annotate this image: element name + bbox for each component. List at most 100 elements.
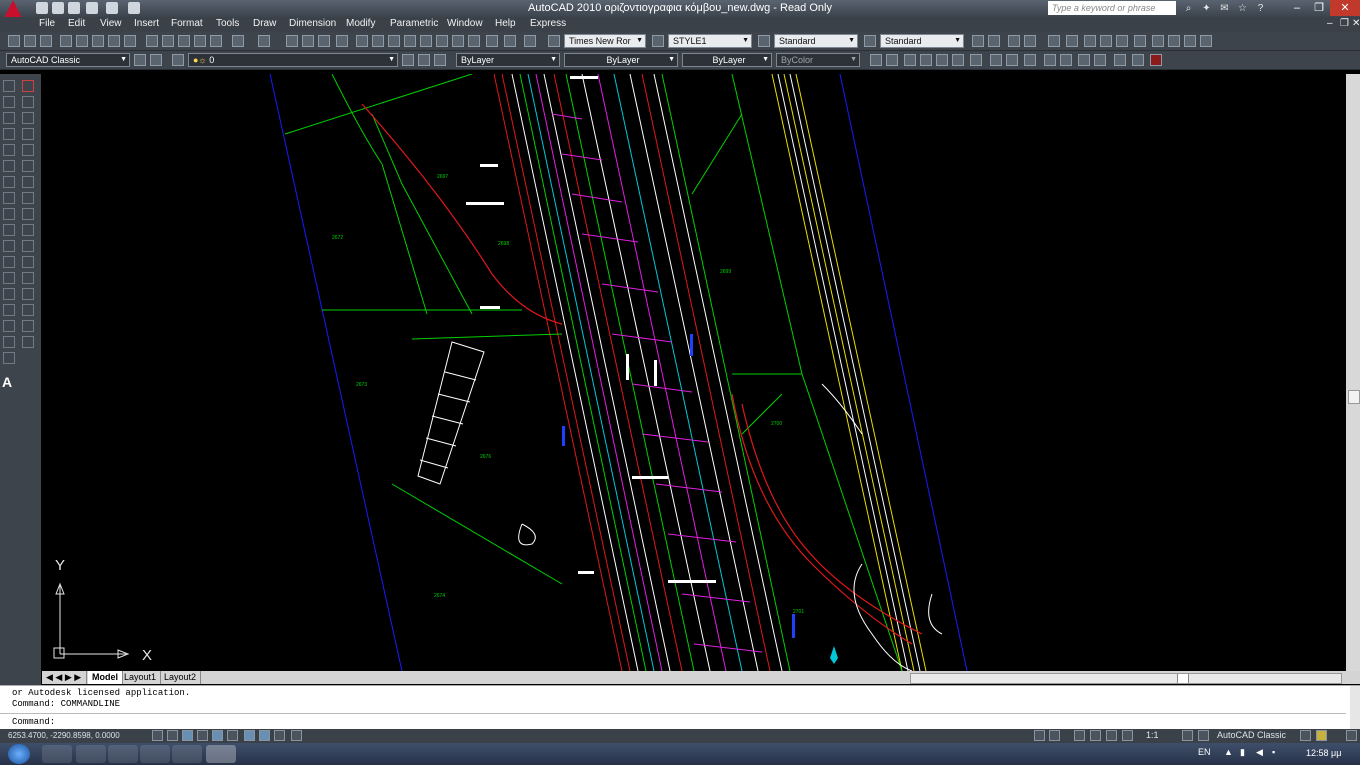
drawing-area[interactable]: 2697 2672 2698 2699 2673 2700 2676 2674 … xyxy=(42,74,1345,671)
ucs-zaxis-icon[interactable] xyxy=(1168,35,1180,47)
speaker-icon[interactable]: ◀ xyxy=(1256,747,1263,758)
design-center-icon[interactable] xyxy=(372,35,384,47)
ucs-x-icon[interactable] xyxy=(1200,35,1212,47)
snap-endpoint-icon[interactable] xyxy=(870,54,882,66)
dimension-linear-icon[interactable] xyxy=(1008,35,1020,47)
snap-quadrant-icon[interactable] xyxy=(970,54,982,66)
ucs-world-icon[interactable] xyxy=(1066,35,1078,47)
paste-icon[interactable] xyxy=(178,35,190,47)
tab-navigation-arrows[interactable]: ◀ ◀ ▶ ▶ xyxy=(42,671,87,684)
offset-icon[interactable] xyxy=(22,128,34,140)
horizontal-scrollbar-thumb[interactable] xyxy=(1177,674,1189,683)
ortho-mode-icon[interactable] xyxy=(182,730,193,741)
layer-combo[interactable]: ●☼ 0 ▼ xyxy=(188,53,398,67)
command-scrollbar[interactable] xyxy=(1350,686,1360,729)
menu-insert[interactable]: Insert xyxy=(134,18,159,29)
arc-icon[interactable] xyxy=(3,160,15,172)
copy-icon[interactable] xyxy=(162,35,174,47)
menu-file[interactable]: File xyxy=(39,18,55,29)
ucs-view-icon[interactable] xyxy=(1134,35,1146,47)
draworder-icon[interactable] xyxy=(972,35,984,47)
multiline-text-icon[interactable]: A xyxy=(2,374,12,390)
block-editor-icon[interactable] xyxy=(210,35,222,47)
favorites-icon[interactable]: ☆ xyxy=(1236,2,1249,15)
object-snap-tracking-icon[interactable] xyxy=(244,730,255,741)
osnap-settings-icon[interactable] xyxy=(1114,54,1126,66)
zoom-status-icon[interactable] xyxy=(1090,730,1101,741)
dim-style-icon[interactable] xyxy=(652,35,664,47)
status-tray-icon[interactable] xyxy=(1316,730,1327,741)
workspace-settings-icon[interactable] xyxy=(134,54,146,66)
word-taskbar-icon[interactable] xyxy=(140,745,170,763)
snap-center-icon[interactable] xyxy=(952,54,964,66)
sheet-set-icon[interactable] xyxy=(404,35,416,47)
annotation-visibility-icon[interactable] xyxy=(1182,730,1193,741)
fillet-icon[interactable] xyxy=(22,320,34,332)
quickcalc-icon[interactable] xyxy=(436,35,448,47)
snap-midpoint-icon[interactable] xyxy=(886,54,898,66)
restore-button[interactable]: ❐ xyxy=(1308,0,1330,16)
redo-toolbar-icon[interactable] xyxy=(258,35,270,47)
network-icon[interactable]: ▮ xyxy=(1240,747,1245,758)
menu-edit[interactable]: Edit xyxy=(68,18,85,29)
scale-icon[interactable] xyxy=(22,192,34,204)
tray-arrow-icon[interactable]: ▲ xyxy=(1224,747,1233,757)
lineweight-icon[interactable] xyxy=(291,730,302,741)
zoom-previous-icon[interactable] xyxy=(336,35,348,47)
move-icon[interactable] xyxy=(22,160,34,172)
chamfer-icon[interactable] xyxy=(22,304,34,316)
dbconnect-icon[interactable] xyxy=(452,35,464,47)
ucs-previous-icon[interactable] xyxy=(1084,35,1096,47)
join-icon[interactable] xyxy=(22,288,34,300)
doc-minimize-icon[interactable]: – xyxy=(1327,18,1333,29)
snap-nearest-icon[interactable] xyxy=(1078,54,1090,66)
break-icon[interactable] xyxy=(22,272,34,284)
dim-style-combo[interactable]: STYLE1 ▼ xyxy=(668,34,752,48)
layer-walk-icon[interactable] xyxy=(486,35,498,47)
help-toolbar-icon[interactable] xyxy=(524,35,536,47)
folder-taskbar-icon[interactable] xyxy=(172,745,202,763)
construction-line-icon[interactable] xyxy=(3,96,15,108)
scrollbar-thumb[interactable] xyxy=(1348,390,1360,404)
object-snap-icon[interactable] xyxy=(212,730,223,741)
array-icon[interactable] xyxy=(22,144,34,156)
tab-layout2[interactable]: Layout2 xyxy=(160,671,202,684)
linetype-combo[interactable]: ByLayer ▼ xyxy=(564,53,678,67)
match-properties-icon[interactable] xyxy=(194,35,206,47)
break-at-point-icon[interactable] xyxy=(22,256,34,268)
layer-previous-icon[interactable] xyxy=(418,54,430,66)
markup-icon[interactable] xyxy=(420,35,432,47)
minimize-button[interactable]: – xyxy=(1286,0,1308,16)
snap-extension-icon[interactable] xyxy=(936,54,948,66)
quick-view-layouts-icon[interactable] xyxy=(1049,730,1060,741)
zoom-window-icon[interactable] xyxy=(318,35,330,47)
trim-icon[interactable] xyxy=(22,224,34,236)
plot-preview-icon[interactable] xyxy=(76,35,88,47)
search-input[interactable]: Type a keyword or phrase xyxy=(1048,1,1176,15)
explorer-taskbar-icon[interactable] xyxy=(42,745,72,763)
command-input[interactable]: Command: xyxy=(12,717,1302,727)
vertical-scrollbar[interactable] xyxy=(1346,74,1360,671)
line-icon[interactable] xyxy=(3,80,15,92)
properties-icon[interactable] xyxy=(356,35,368,47)
help-icon[interactable]: ? xyxy=(1254,2,1267,15)
menu-draw[interactable]: Draw xyxy=(253,18,276,29)
ucs-origin-icon[interactable] xyxy=(1152,35,1164,47)
tool-palettes-icon[interactable] xyxy=(388,35,400,47)
region-icon[interactable] xyxy=(3,336,15,348)
steering-wheel-icon[interactable] xyxy=(1106,730,1117,741)
layer-states-icon[interactable] xyxy=(468,35,480,47)
dynamic-ucs-icon[interactable] xyxy=(259,730,270,741)
internet-explorer-taskbar-icon[interactable] xyxy=(108,745,138,763)
ucs-object-icon[interactable] xyxy=(1116,35,1128,47)
snap-temp-track-icon[interactable] xyxy=(1132,54,1144,66)
horizontal-scrollbar[interactable] xyxy=(910,673,1342,684)
snap-intersection-icon[interactable] xyxy=(904,54,916,66)
annotation-scale[interactable]: 1:1 xyxy=(1146,730,1159,740)
pan-status-icon[interactable] xyxy=(1074,730,1085,741)
menu-modify[interactable]: Modify xyxy=(346,18,375,29)
close-button[interactable]: ✕ xyxy=(1330,0,1360,16)
text-style-combo[interactable]: Times New Ror ▼ xyxy=(564,34,646,48)
table-icon[interactable] xyxy=(3,352,15,364)
workspace-combo[interactable]: AutoCAD Classic ▼ xyxy=(6,53,130,67)
